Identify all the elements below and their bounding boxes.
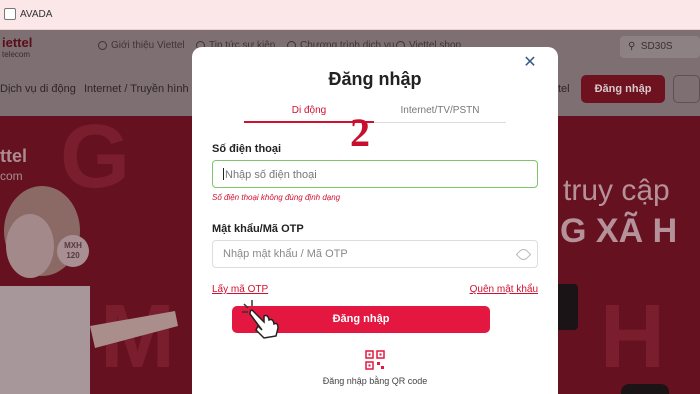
logo-subtext: telecom: [2, 50, 31, 59]
bookmarks-bar: AVADA: [0, 0, 700, 30]
header-login-button[interactable]: Đăng nhập: [581, 75, 665, 103]
chat-bubble[interactable]: [621, 384, 669, 394]
text-caret: [223, 168, 224, 180]
nav-mobile-services[interactable]: Dịch vụ di động: [0, 83, 76, 95]
nav-internet-tv[interactable]: Internet / Truyền hình: [84, 83, 189, 95]
eye-icon[interactable]: [515, 246, 532, 263]
step-annotation: 2: [350, 110, 370, 155]
banner-decor: H: [600, 287, 665, 387]
qr-login-link[interactable]: Đăng nhập bằng QR code: [192, 376, 558, 386]
header-account-button[interactable]: [673, 75, 700, 103]
bookmark-label: AVADA: [20, 8, 53, 20]
viettel-logo[interactable]: iettel telecom: [2, 35, 33, 61]
phone-input[interactable]: Nhập số điện thoại: [212, 160, 538, 188]
modal-title: Đăng nhập: [328, 69, 422, 89]
login-modal: ✕ Đăng nhập Di động Internet/TV/PSTN 2 S…: [192, 47, 558, 394]
login-tabs: Di động Internet/TV/PSTN: [244, 105, 506, 123]
nav-more[interactable]: tel: [558, 83, 570, 95]
logo-text: iettel: [2, 35, 33, 50]
mxh-badge: MXH 120: [57, 235, 89, 267]
promo-text-2: G XÃ H: [560, 212, 678, 250]
globe-icon: [98, 41, 107, 50]
tab-internet-tv-pstn[interactable]: Internet/TV/PSTN: [374, 105, 506, 123]
password-input[interactable]: Nhập mật khẩu / Mã OTP: [212, 240, 538, 268]
get-otp-link[interactable]: Lấy mã OTP: [212, 284, 268, 295]
promo-text-1: truy cập: [563, 174, 670, 207]
bookmark-item[interactable]: AVADA: [4, 8, 52, 20]
phone-label: Số điện thoại: [212, 143, 282, 155]
topnav-intro[interactable]: Giới thiệu Viettel: [98, 40, 185, 51]
phone-error-message: Số điện thoại không đúng định dạng: [212, 193, 341, 202]
header-search[interactable]: ⚲ SD30S: [620, 36, 700, 58]
forgot-password-link[interactable]: Quên mật khẩu: [470, 284, 538, 295]
person-illustration: [0, 186, 178, 394]
pointing-hand-icon: [242, 300, 279, 339]
qr-code-icon[interactable]: [365, 350, 385, 370]
search-icon: ⚲: [628, 41, 641, 52]
password-label: Mật khẩu/Mã OTP: [212, 223, 304, 235]
bookmark-icon: [4, 8, 16, 20]
